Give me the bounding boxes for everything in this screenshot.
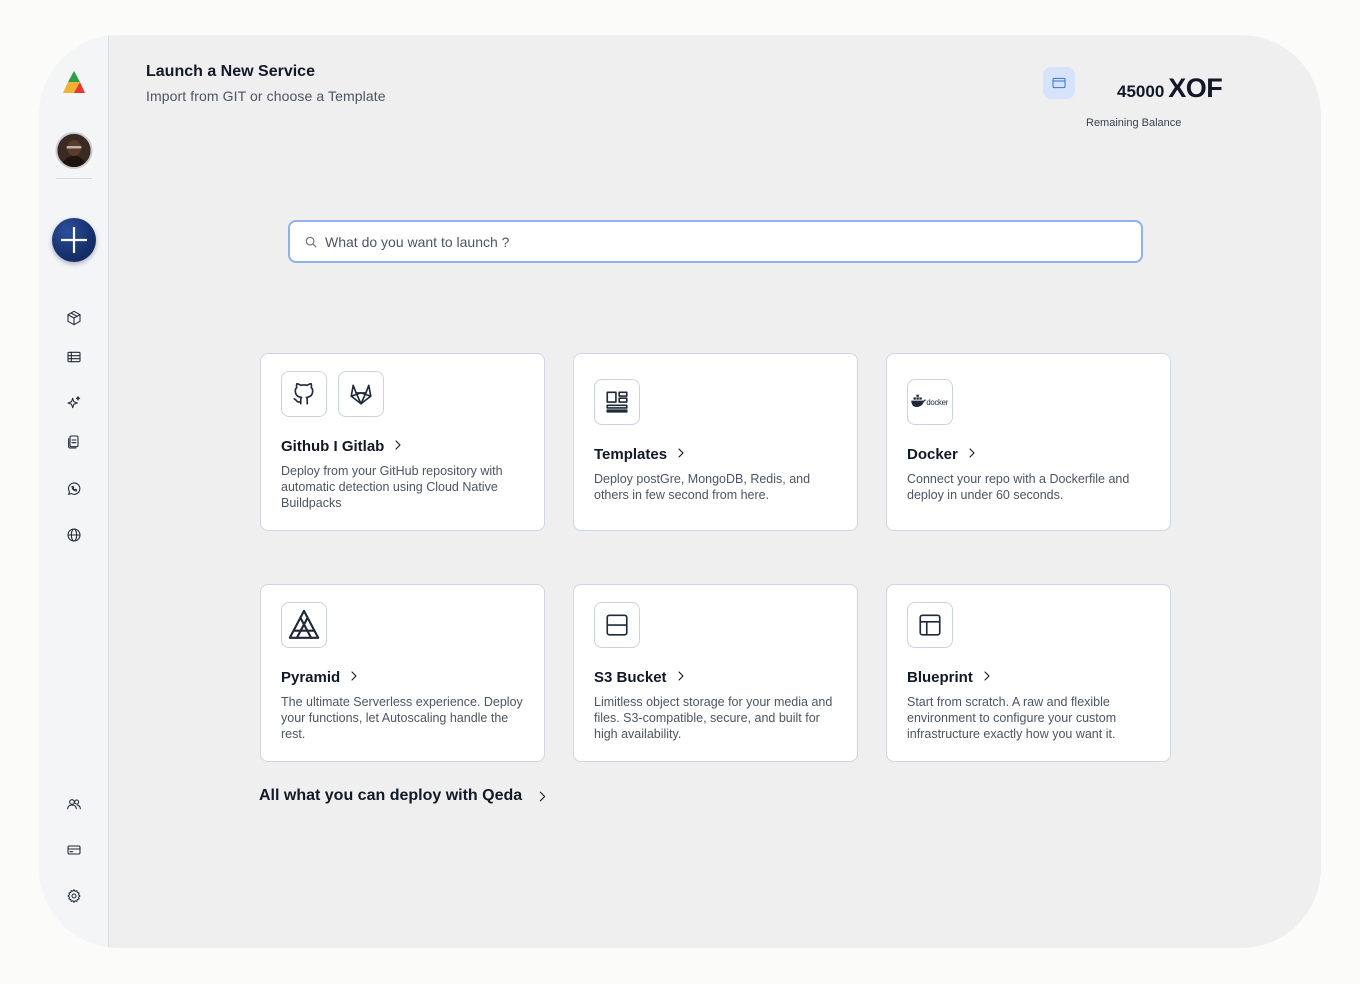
blueprint-icon-box (907, 602, 953, 648)
users-icon (66, 799, 81, 810)
sidebar-item-ai[interactable] (63, 392, 85, 414)
card-docker[interactable]: docker Docker Connect your repo with a D… (886, 353, 1171, 531)
gear-icon (66, 889, 81, 903)
pyramid-icon-box (281, 602, 327, 648)
docker-icon: docker (911, 394, 949, 408)
card-title: Templates (594, 446, 687, 463)
search-input[interactable] (325, 233, 1141, 250)
sidebar-item-documents[interactable] (63, 431, 85, 453)
svg-text:docker: docker (926, 398, 948, 407)
balance-label: Remaining Balance (1086, 117, 1182, 129)
card-github-gitlab[interactable]: Github I Gitlab Deploy from your GitHub … (260, 353, 545, 531)
blueprint-icon (919, 614, 941, 636)
balance-currency: XOF (1168, 73, 1223, 103)
templates-icon (606, 391, 628, 413)
card-title: Github I Gitlab (281, 438, 404, 455)
card-title-text: Github I Gitlab (281, 438, 385, 455)
chevron-right-icon (348, 669, 360, 686)
all-deployables-link-text: All what you can deploy with Qeda (259, 787, 523, 804)
github-icon (293, 382, 314, 405)
card-description: Connect your repo with a Dockerfile and … (907, 472, 1130, 502)
page-subtitle: Import from GIT or choose a Template (146, 88, 386, 104)
gitlab-icon-box (338, 371, 384, 417)
chevron-right-icon (981, 669, 993, 686)
card-title-text: S3 Bucket (594, 669, 667, 686)
card-templates[interactable]: Templates Deploy postGre, MongoDB, Redis… (573, 353, 858, 531)
bucket-icon-box (594, 602, 640, 648)
documents-icon (67, 435, 79, 449)
sidebar-divider (55, 178, 92, 179)
sidebar-item-settings[interactable] (63, 885, 85, 907)
card-title: Pyramid (281, 669, 360, 686)
sidebar-item-billing[interactable] (63, 839, 85, 861)
card-description: The ultimate Serverless experience. Depl… (281, 695, 523, 741)
sidebar-item-whatsapp[interactable] (63, 478, 85, 500)
card-pyramid[interactable]: Pyramid The ultimate Serverless experien… (260, 584, 545, 762)
credit-card-icon (66, 845, 81, 855)
card-s3-bucket[interactable]: S3 Bucket Limitless object storage for y… (573, 584, 858, 762)
card-description: Start from scratch. A raw and flexible e… (907, 695, 1117, 741)
sidebar (39, 35, 109, 948)
card-title-text: Pyramid (281, 669, 341, 686)
balance-amount: 45000 (1117, 82, 1165, 101)
chevron-right-icon (966, 446, 978, 463)
table-icon (66, 351, 81, 363)
card-title-text: Docker (907, 446, 958, 463)
globe-icon (66, 528, 81, 542)
search-bar[interactable] (288, 220, 1143, 263)
chevron-right-icon (675, 669, 687, 686)
card-description: Deploy from your GitHub repository with … (281, 464, 503, 510)
wallet-icon (1052, 77, 1066, 89)
card-blueprint[interactable]: Blueprint Start from scratch. A raw and … (886, 584, 1171, 762)
sparkles-icon (66, 396, 80, 409)
chevron-right-icon (539, 791, 546, 801)
chevron-right-icon (392, 438, 404, 455)
user-avatar[interactable] (55, 132, 92, 169)
cube-icon (66, 310, 81, 326)
card-title: S3 Bucket (594, 669, 687, 686)
whatsapp-icon (67, 482, 80, 495)
card-title: Blueprint (907, 669, 993, 686)
all-deployables-link[interactable]: All what you can deploy with Qeda (259, 787, 549, 805)
balance-display: 45000 XOF (1117, 73, 1223, 104)
page-title: Launch a New Service (146, 63, 315, 80)
qeda-logo[interactable] (59, 68, 89, 96)
sidebar-item-domains[interactable] (63, 524, 85, 546)
new-service-button[interactable] (51, 218, 96, 262)
chevron-right-icon (675, 446, 687, 463)
plus-icon (60, 227, 87, 253)
sidebar-item-services[interactable] (63, 307, 85, 329)
card-title-text: Blueprint (907, 669, 973, 686)
sidebar-item-team[interactable] (63, 793, 85, 815)
card-title-text: Templates (594, 446, 668, 463)
gitlab-icon (350, 384, 372, 405)
pyramid-icon (288, 609, 320, 639)
app-frame: Launch a New Service Import from GIT or … (39, 35, 1321, 948)
card-description: Deploy postGre, MongoDB, Redis, and othe… (594, 472, 811, 502)
github-icon-box (281, 371, 327, 417)
wallet-button[interactable] (1043, 67, 1075, 99)
search-icon (305, 236, 317, 248)
card-description: Limitless object storage for your media … (594, 695, 833, 741)
templates-icon-box (594, 379, 640, 425)
bucket-icon (606, 614, 628, 636)
card-title: Docker (907, 446, 978, 463)
sidebar-item-tables[interactable] (63, 346, 85, 368)
docker-icon-box: docker (907, 379, 953, 425)
